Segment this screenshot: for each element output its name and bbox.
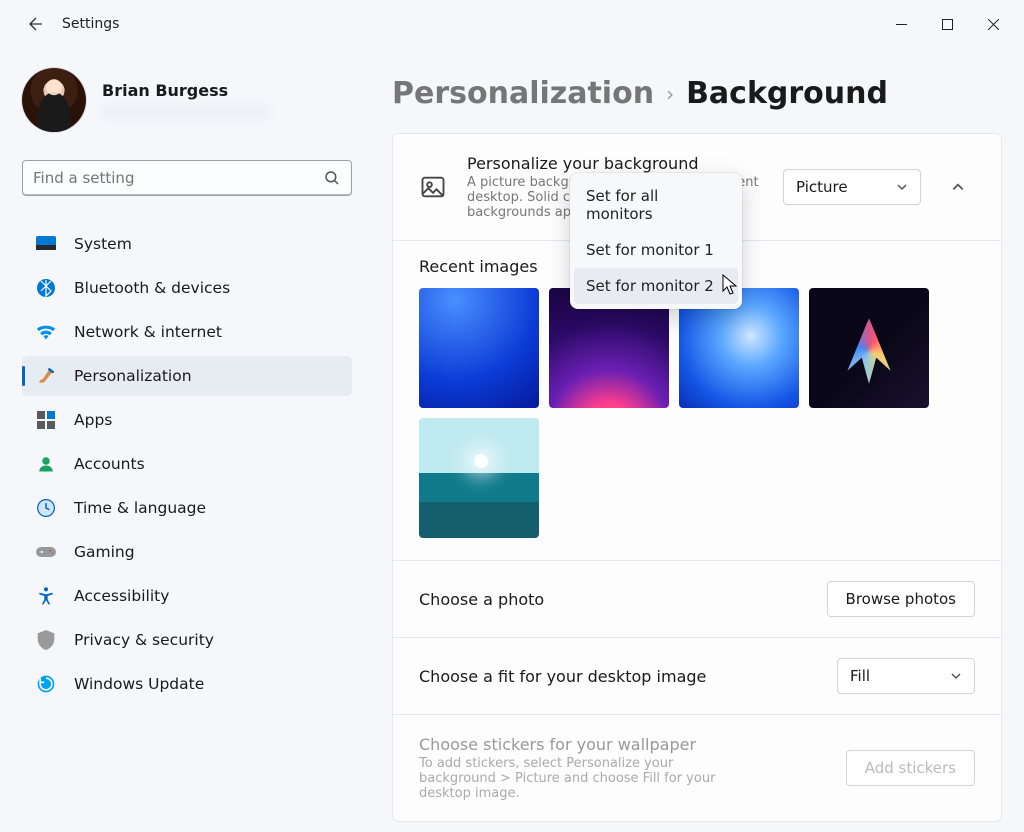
- chevron-down-icon: [950, 670, 962, 682]
- nav-list: System Bluetooth & devices Network & int…: [22, 220, 358, 708]
- nav-label: Accessibility: [74, 587, 169, 605]
- breadcrumb-parent[interactable]: Personalization: [392, 76, 654, 111]
- update-icon: [36, 674, 56, 694]
- accessibility-icon: [36, 586, 56, 606]
- choose-fit-heading: Choose a fit for your desktop image: [419, 667, 817, 686]
- nav-windows-update[interactable]: Windows Update: [22, 664, 352, 704]
- clock-globe-icon: [36, 498, 56, 518]
- app-title: Settings: [62, 16, 119, 32]
- menu-set-all-monitors[interactable]: Set for all monitors: [574, 178, 738, 232]
- shield-icon: [36, 630, 56, 650]
- paintbrush-icon: [36, 366, 56, 386]
- titlebar: Settings: [0, 0, 1024, 48]
- breadcrumb: Personalization › Background: [392, 76, 1002, 111]
- gaming-icon: [36, 542, 56, 562]
- nav-label: Windows Update: [74, 675, 204, 693]
- search-icon: [323, 169, 341, 187]
- picture-icon: [419, 173, 447, 201]
- nav-system[interactable]: System: [22, 224, 352, 264]
- menu-set-monitor-2[interactable]: Set for monitor 2: [574, 268, 738, 304]
- wifi-icon: [36, 322, 56, 342]
- stickers-heading: Choose stickers for your wallpaper: [419, 735, 826, 754]
- collapse-button[interactable]: [941, 170, 975, 204]
- recent-thumbnails: [419, 288, 975, 538]
- search-box[interactable]: [22, 160, 352, 196]
- user-name: Brian Burgess: [102, 81, 272, 100]
- maximize-button[interactable]: [924, 4, 970, 44]
- window-controls: [878, 4, 1016, 44]
- sidebar: Brian Burgess System Bluetooth & devices…: [0, 48, 358, 832]
- chevron-down-icon: [896, 181, 908, 193]
- chevron-up-icon: [951, 180, 965, 194]
- close-button[interactable]: [970, 4, 1016, 44]
- nav-label: Bluetooth & devices: [74, 279, 230, 297]
- stickers-section: Choose stickers for your wallpaper To ad…: [393, 714, 1001, 821]
- back-button[interactable]: [22, 10, 50, 38]
- maximize-icon: [942, 19, 953, 30]
- minimize-icon: [896, 19, 907, 30]
- nav-apps[interactable]: Apps: [22, 400, 352, 440]
- nav-label: Gaming: [74, 543, 135, 561]
- nav-network[interactable]: Network & internet: [22, 312, 352, 352]
- apps-icon: [36, 410, 56, 430]
- arrow-left-icon: [27, 15, 45, 33]
- nav-privacy[interactable]: Privacy & security: [22, 620, 352, 660]
- recent-image-1[interactable]: [419, 288, 539, 408]
- nav-personalization[interactable]: Personalization: [22, 356, 352, 396]
- nav-label: Personalization: [74, 367, 192, 385]
- close-icon: [988, 19, 999, 30]
- nav-bluetooth[interactable]: Bluetooth & devices: [22, 268, 352, 308]
- nav-accessibility[interactable]: Accessibility: [22, 576, 352, 616]
- browse-photos-button[interactable]: Browse photos: [827, 581, 975, 617]
- personalize-heading: Personalize your background: [467, 154, 763, 173]
- main-content: Personalization › Background Personalize…: [358, 48, 1024, 832]
- nav-time-language[interactable]: Time & language: [22, 488, 352, 528]
- context-menu: Set for all monitors Set for monitor 1 S…: [570, 173, 742, 309]
- user-block[interactable]: Brian Burgess: [22, 68, 358, 132]
- nav-label: System: [74, 235, 132, 253]
- accounts-icon: [36, 454, 56, 474]
- nav-label: Accounts: [74, 455, 145, 473]
- breadcrumb-current: Background: [686, 76, 888, 111]
- choose-photo-section: Choose a photo Browse photos: [393, 560, 1001, 637]
- background-type-dropdown[interactable]: Picture: [783, 169, 921, 205]
- system-icon: [36, 234, 56, 254]
- menu-set-monitor-1[interactable]: Set for monitor 1: [574, 232, 738, 268]
- user-email-hidden: [102, 104, 272, 120]
- fit-dropdown[interactable]: Fill: [837, 658, 975, 694]
- dropdown-value: Picture: [796, 178, 848, 196]
- minimize-button[interactable]: [878, 4, 924, 44]
- dropdown-value: Fill: [850, 667, 870, 685]
- nav-gaming[interactable]: Gaming: [22, 532, 352, 572]
- recent-image-5[interactable]: [419, 418, 539, 538]
- bluetooth-icon: [36, 278, 56, 298]
- add-stickers-button: Add stickers: [846, 750, 975, 786]
- search-input[interactable]: [33, 169, 323, 187]
- nav-label: Privacy & security: [74, 631, 214, 649]
- stickers-sub: To add stickers, select Personalize your…: [419, 756, 729, 801]
- choose-fit-section: Choose a fit for your desktop image Fill: [393, 637, 1001, 714]
- avatar: [22, 68, 86, 132]
- recent-image-4[interactable]: [809, 288, 929, 408]
- choose-photo-heading: Choose a photo: [419, 590, 807, 609]
- nav-label: Apps: [74, 411, 112, 429]
- nav-label: Time & language: [74, 499, 206, 517]
- chevron-right-icon: ›: [666, 82, 674, 106]
- nav-label: Network & internet: [74, 323, 222, 341]
- nav-accounts[interactable]: Accounts: [22, 444, 352, 484]
